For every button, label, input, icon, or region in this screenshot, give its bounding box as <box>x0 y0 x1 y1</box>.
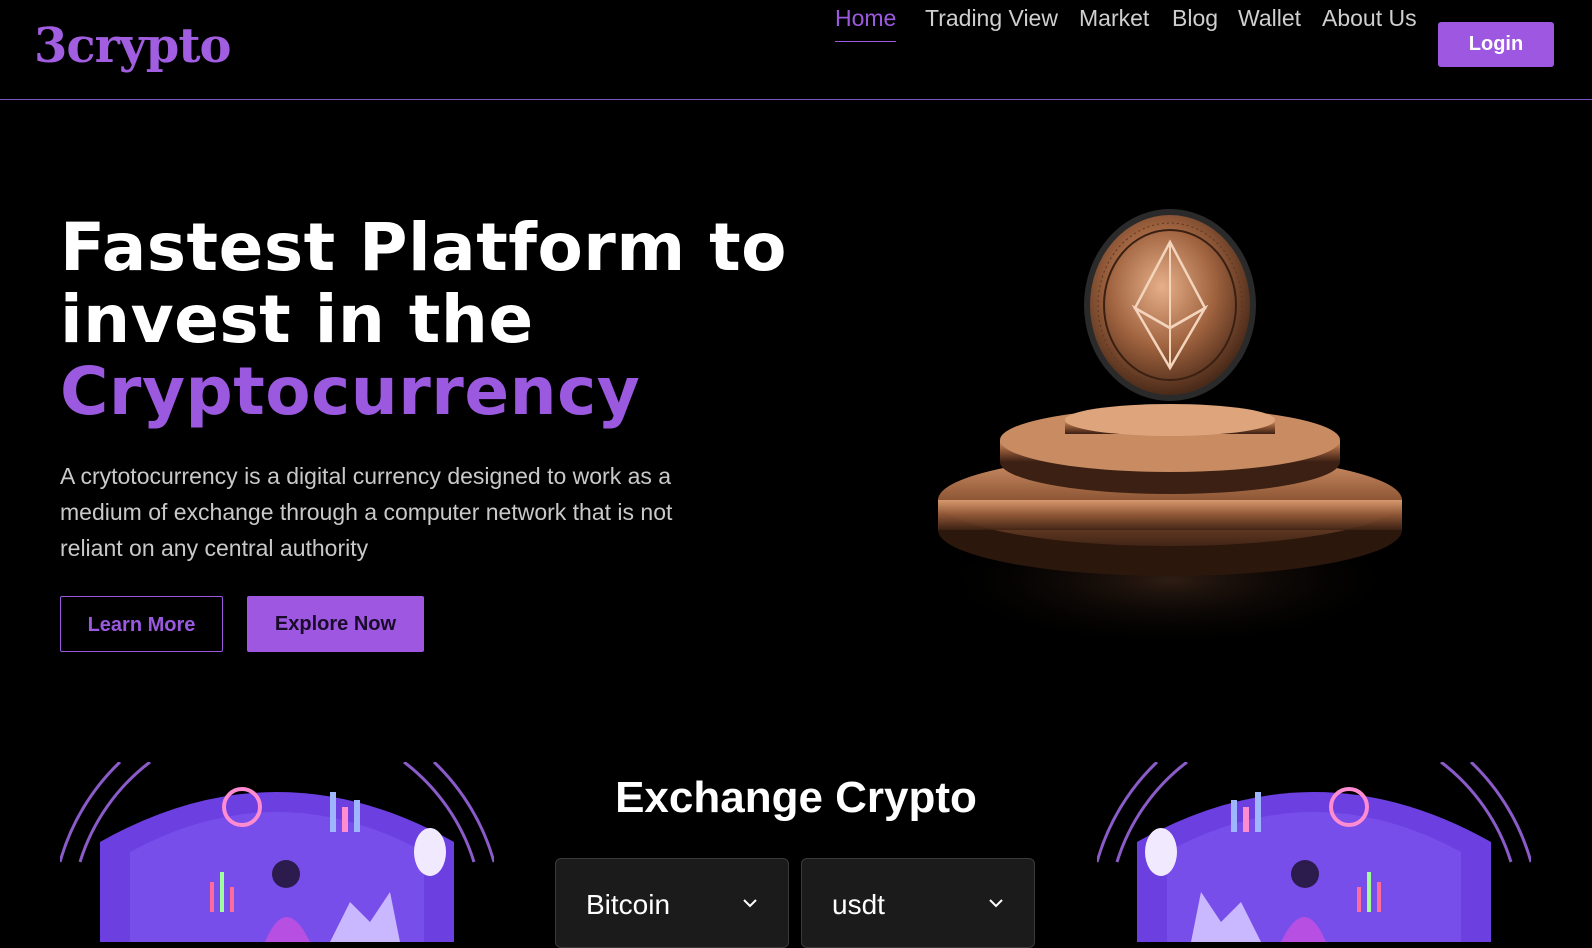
hero-description: A crytotocurrency is a digital currency … <box>60 463 673 561</box>
hero-title: Fastest Platform to invest in the Crypto… <box>60 212 820 428</box>
hero-title-line2: invest in the <box>60 281 534 358</box>
ethereum-coin-icon <box>925 200 1425 660</box>
nav-about-us[interactable]: About Us <box>1322 0 1417 42</box>
nav-market[interactable]: Market <box>1079 0 1149 42</box>
to-currency-value: usdt <box>832 889 885 920</box>
nav-home[interactable]: Home <box>835 0 897 42</box>
explore-now-button[interactable]: Explore Now <box>247 596 424 652</box>
nav-trading-view[interactable]: Trading View <box>925 0 1058 42</box>
chevron-down-icon <box>989 899 1003 908</box>
nav-wallet[interactable]: Wallet <box>1238 0 1301 42</box>
from-currency-value: Bitcoin <box>586 889 671 920</box>
brand-logo[interactable]: 3crypto <box>34 16 232 76</box>
hero-title-line1: Fastest Platform to <box>60 209 787 286</box>
login-button[interactable]: Login <box>1438 22 1554 67</box>
from-currency-select[interactable]: Bitcoin <box>555 858 789 948</box>
to-currency-select[interactable]: usdt <box>801 858 1035 948</box>
learn-more-button[interactable]: Learn More <box>60 596 223 652</box>
hero-title-accent: Cryptocurrency <box>60 353 641 430</box>
trader-illustration-left-icon <box>60 762 494 942</box>
nav-blog[interactable]: Blog <box>1172 0 1218 42</box>
exchange-title: Exchange Crypto <box>615 773 977 822</box>
trader-illustration-right-icon <box>1097 762 1531 942</box>
chevron-down-icon <box>743 899 757 908</box>
top-navbar: 3crypto Home Trading View Market Blog Wa… <box>0 0 1592 100</box>
